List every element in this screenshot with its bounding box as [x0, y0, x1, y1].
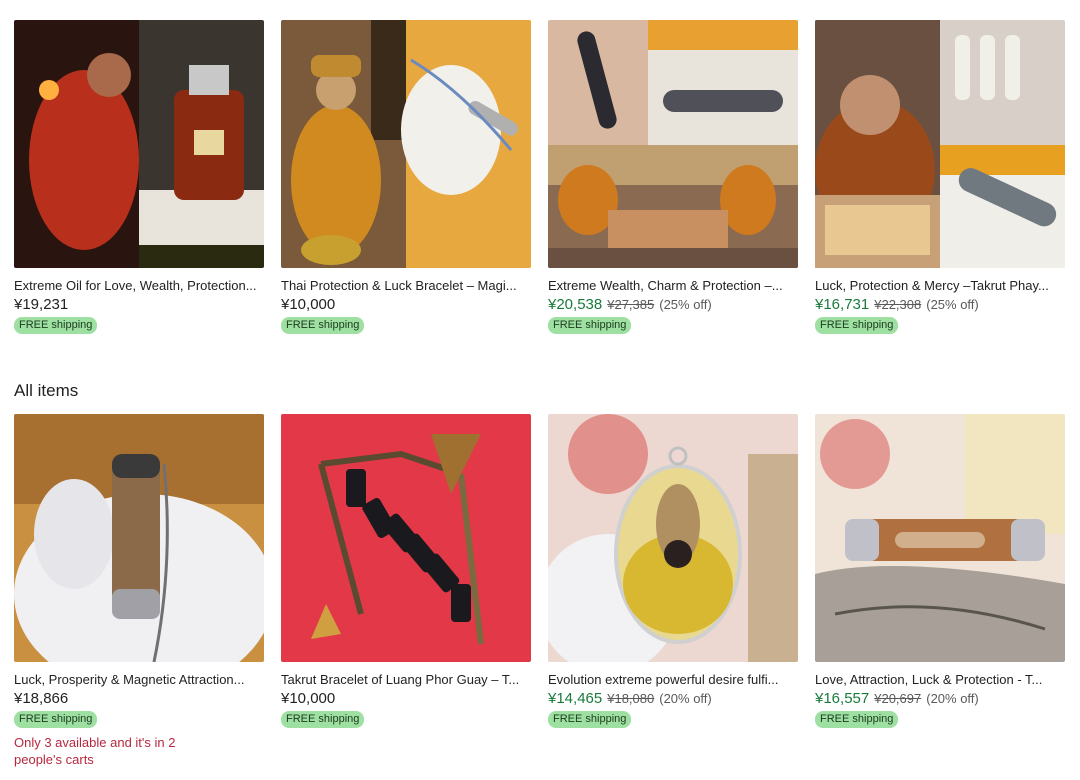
listing-title[interactable]: Love, Attraction, Luck & Protection - T.… [815, 672, 1063, 688]
price-row: ¥10,000 [281, 296, 531, 314]
free-shipping-badge: FREE shipping [548, 711, 632, 728]
price-row: ¥14,465 ¥18,080 (20% off) [548, 690, 798, 708]
free-shipping-badge: FREE shipping [548, 317, 632, 334]
price: ¥18,866 [14, 690, 69, 707]
price: ¥19,231 [14, 296, 69, 313]
listing-title[interactable]: Luck, Protection & Mercy –Takrut Phay... [815, 278, 1063, 294]
listing-image[interactable] [548, 20, 798, 268]
free-shipping-badge: FREE shipping [281, 317, 365, 334]
price: ¥10,000 [281, 296, 336, 313]
original-price: ¥22,308 [874, 297, 922, 312]
section-heading: All items [14, 381, 79, 400]
listing-title[interactable]: Evolution extreme powerful desire fulfi.… [548, 672, 796, 688]
listing-card[interactable]: Extreme Oil for Love, Wealth, Protection… [14, 20, 264, 334]
free-shipping-badge: FREE shipping [815, 711, 899, 728]
sale-price: ¥16,557 [815, 690, 870, 707]
listing-card[interactable]: Luck, Protection & Mercy –Takrut Phay...… [815, 20, 1065, 334]
listing-image[interactable] [548, 414, 798, 662]
listing-card[interactable]: Luck, Prosperity & Magnetic Attraction..… [14, 414, 264, 768]
price-row: ¥20,538 ¥27,385 (25% off) [548, 296, 798, 314]
discount-label: (25% off) [659, 297, 712, 312]
free-shipping-badge: FREE shipping [14, 317, 98, 334]
price-row: ¥18,866 [14, 690, 264, 708]
listing-card[interactable]: Takrut Bracelet of Luang Phor Guay – T..… [281, 414, 531, 768]
featured-listings: Extreme Oil for Love, Wealth, Protection… [14, 20, 1065, 334]
all-items-grid: Luck, Prosperity & Magnetic Attraction..… [14, 414, 1065, 768]
listing-card[interactable]: Thai Protection & Luck Bracelet – Magi..… [281, 20, 531, 334]
listing-card[interactable]: Evolution extreme powerful desire fulfi.… [548, 414, 798, 768]
listing-card[interactable]: Extreme Wealth, Charm & Protection –... … [548, 20, 798, 334]
listing-image[interactable] [14, 414, 264, 662]
listing-image[interactable] [14, 20, 264, 268]
price-row: ¥16,731 ¥22,308 (25% off) [815, 296, 1065, 314]
price-row: ¥16,557 ¥20,697 (20% off) [815, 690, 1065, 708]
price-row: ¥19,231 [14, 296, 264, 314]
listing-title[interactable]: Takrut Bracelet of Luang Phor Guay – T..… [281, 672, 529, 688]
original-price: ¥27,385 [607, 297, 655, 312]
listing-title[interactable]: Extreme Wealth, Charm & Protection –... [548, 278, 796, 294]
sale-price: ¥20,538 [548, 296, 603, 313]
stock-notice: Only 3 available and it's in 2 people's … [14, 735, 176, 767]
listing-image[interactable] [281, 414, 531, 662]
listing-image[interactable] [815, 414, 1065, 662]
free-shipping-badge: FREE shipping [815, 317, 899, 334]
listing-card[interactable]: Love, Attraction, Luck & Protection - T.… [815, 414, 1065, 768]
discount-label: (25% off) [926, 297, 979, 312]
original-price: ¥20,697 [874, 691, 922, 706]
listing-title[interactable]: Extreme Oil for Love, Wealth, Protection… [14, 278, 262, 294]
original-price: ¥18,080 [607, 691, 655, 706]
free-shipping-badge: FREE shipping [14, 711, 98, 728]
price-row: ¥10,000 [281, 690, 531, 708]
price: ¥10,000 [281, 690, 336, 707]
discount-label: (20% off) [926, 691, 979, 706]
discount-label: (20% off) [659, 691, 712, 706]
sale-price: ¥14,465 [548, 690, 603, 707]
sale-price: ¥16,731 [815, 296, 870, 313]
listing-title[interactable]: Thai Protection & Luck Bracelet – Magi..… [281, 278, 529, 294]
listing-image[interactable] [281, 20, 531, 268]
listing-title[interactable]: Luck, Prosperity & Magnetic Attraction..… [14, 672, 262, 688]
listing-image[interactable] [815, 20, 1065, 268]
free-shipping-badge: FREE shipping [281, 711, 365, 728]
